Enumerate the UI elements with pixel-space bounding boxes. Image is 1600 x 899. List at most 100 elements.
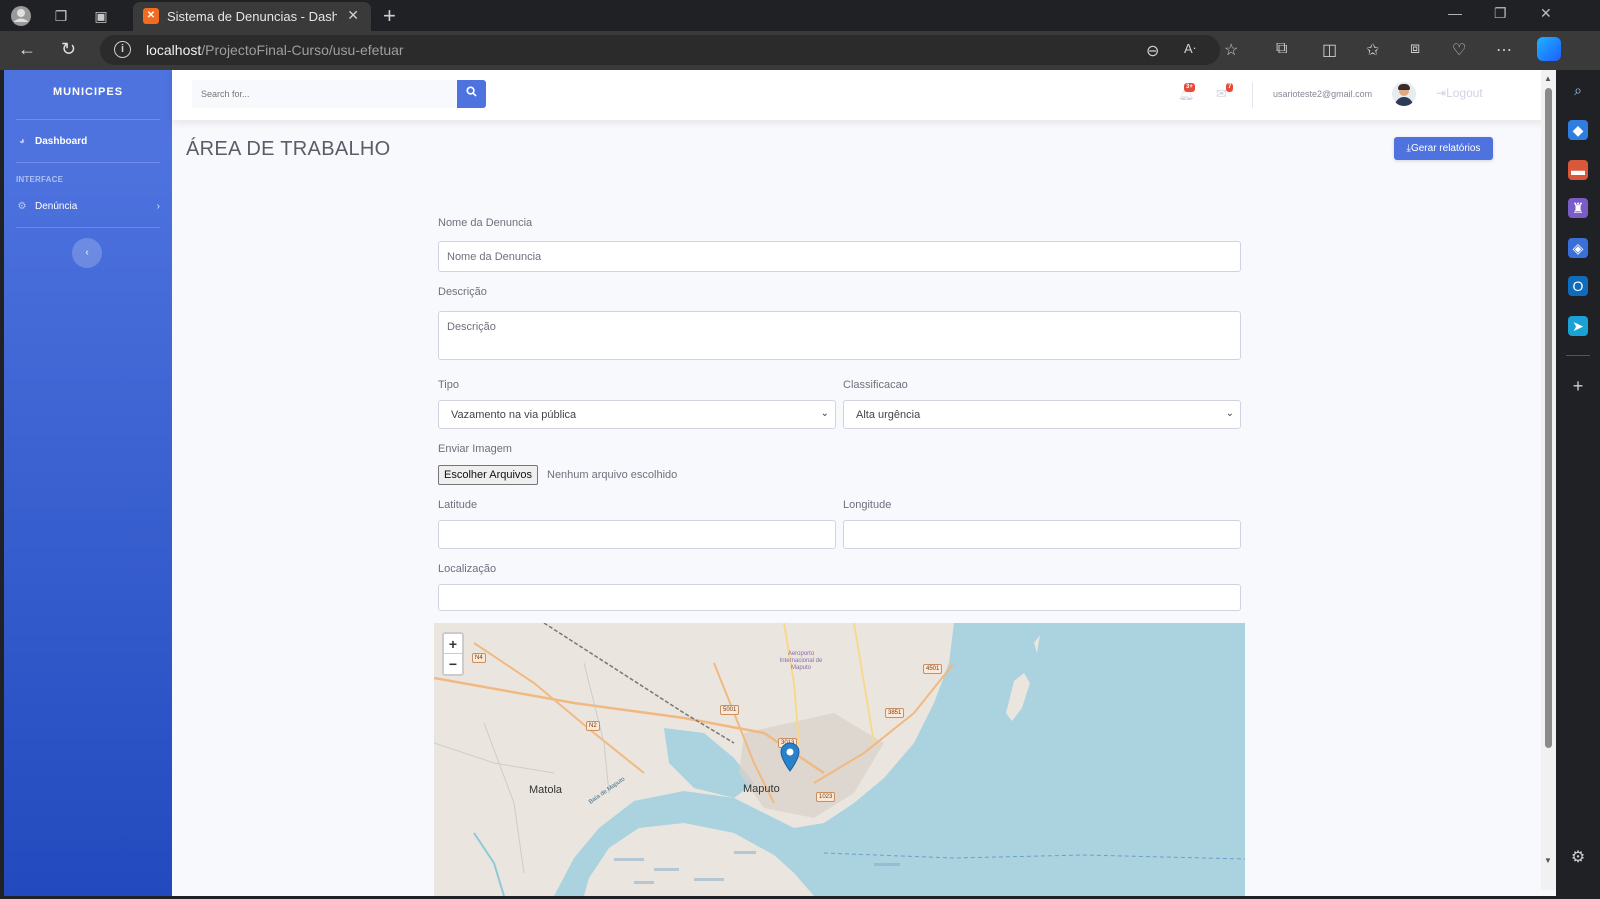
file-status: Nenhum arquivo escolhido bbox=[547, 469, 678, 481]
tab-title: Sistema de Denuncias - Dashboa bbox=[167, 9, 337, 24]
topbar: 🔔︎3+ ✉7 usarioteste2@gmail.com ⇥Logout bbox=[172, 70, 1545, 120]
map-water bbox=[554, 623, 1245, 896]
avatar-body bbox=[1395, 97, 1413, 106]
profile-icon[interactable] bbox=[10, 5, 32, 27]
chevron-down-icon: ⌄ bbox=[1225, 408, 1234, 419]
tachometer-icon: ◕ bbox=[18, 135, 26, 147]
restore-icon[interactable]: ❐ bbox=[1494, 5, 1507, 22]
chevron-right-icon: › bbox=[156, 200, 160, 212]
add-panel-icon[interactable]: + bbox=[1568, 376, 1588, 396]
collections-icon[interactable]: ⧈ bbox=[1410, 40, 1420, 58]
zoom-in-button[interactable]: + bbox=[444, 634, 462, 654]
map-road-shield: 4501 bbox=[923, 664, 943, 674]
descricao-textarea[interactable]: Descrição bbox=[438, 311, 1241, 360]
map-road-shield: 1023 bbox=[816, 792, 836, 802]
edge-side-panel: ⌕ ◆ ▬ ♜ ◈ O ➤ + ⚙ bbox=[1556, 70, 1600, 899]
map-tiles bbox=[434, 623, 1245, 896]
sidebar-item-denuncia[interactable]: ⚙ Denúncia › bbox=[16, 196, 160, 216]
telegram-icon[interactable]: ➤ bbox=[1568, 316, 1588, 336]
map-label-matola: Matola bbox=[529, 784, 563, 796]
map-label-maputo: Maputo bbox=[743, 783, 780, 795]
sidebar-item-dashboard[interactable]: ◕ Dashboard bbox=[16, 131, 160, 151]
messages-envelope-icon[interactable]: ✉ 7 bbox=[1216, 83, 1234, 102]
classificacao-select[interactable]: Alta urgência ⌄ bbox=[843, 400, 1241, 429]
address-bar: ← ↻ i localhost/ProjectoFinal-Curso/usu-… bbox=[0, 31, 1600, 70]
browser-tab-bar: ❐ ▣ ✕ Sistema de Denuncias - Dashboa ✕ +… bbox=[0, 0, 1600, 31]
descricao-label: Descrição bbox=[438, 286, 487, 298]
topbar-search bbox=[192, 80, 486, 108]
location-map[interactable]: + − N4 N2 5001 3013 3851 4501 1023 Matol… bbox=[434, 623, 1245, 896]
alerts-bell-icon[interactable]: 🔔︎ 3+ bbox=[1178, 83, 1195, 102]
more-menu-icon[interactable]: ⋯ bbox=[1496, 40, 1512, 60]
map-road-shield: N4 bbox=[472, 653, 486, 663]
topbar-divider bbox=[1252, 82, 1253, 108]
user-email[interactable]: usarioteste2@gmail.com bbox=[1273, 89, 1372, 99]
sidebar-brand[interactable]: MUNICIPES bbox=[4, 86, 172, 98]
sidebar-toggle-button[interactable]: ‹ bbox=[72, 238, 102, 268]
search-panel-icon[interactable]: ⌕ bbox=[1568, 80, 1588, 100]
read-aloud-icon[interactable]: Aᐧ bbox=[1184, 41, 1196, 57]
tab-actions-icon[interactable]: ▣ bbox=[90, 5, 112, 27]
classificacao-label: Classificacao bbox=[843, 379, 908, 391]
app-sidebar: MUNICIPES ◕ Dashboard INTERFACE ⚙ Denúnc… bbox=[4, 70, 172, 896]
search-input[interactable] bbox=[192, 80, 457, 108]
performance-icon[interactable]: ♡ bbox=[1452, 40, 1466, 60]
imagem-label: Enviar Imagem bbox=[438, 443, 512, 455]
map-road-shield: N2 bbox=[586, 721, 600, 731]
settings-gear-icon[interactable]: ⚙ bbox=[1568, 848, 1588, 868]
logout-link[interactable]: ⇥Logout bbox=[1436, 86, 1483, 100]
map-road bbox=[434, 742, 555, 774]
scroll-down-icon[interactable]: ▼ bbox=[1544, 856, 1552, 865]
sidebar-item-label: Dashboard bbox=[35, 135, 88, 147]
nome-input[interactable]: Nome da Denuncia bbox=[438, 241, 1241, 272]
site-info-icon[interactable]: i bbox=[114, 41, 131, 58]
close-window-icon[interactable]: ✕ bbox=[1540, 5, 1552, 22]
new-tab-icon[interactable]: + bbox=[383, 3, 396, 29]
m365-icon[interactable]: ◈ bbox=[1568, 238, 1588, 258]
extensions-icon[interactable]: ⧉ bbox=[1276, 40, 1287, 58]
longitude-label: Longitude bbox=[843, 499, 892, 511]
active-tab[interactable]: ✕ Sistema de Denuncias - Dashboa ✕ bbox=[133, 2, 371, 31]
tools-icon[interactable]: ▬ bbox=[1568, 160, 1588, 180]
map-road bbox=[483, 722, 525, 874]
longitude-input[interactable] bbox=[843, 520, 1241, 549]
tipo-select[interactable]: Vazamento na via pública ⌄ bbox=[438, 400, 836, 429]
latitude-input[interactable] bbox=[438, 520, 836, 549]
side-panel-divider bbox=[1566, 355, 1590, 356]
latitude-label: Latitude bbox=[438, 499, 478, 511]
url-field[interactable]: i localhost/ProjectoFinal-Curso/usu-efet… bbox=[100, 35, 1238, 65]
shopping-icon[interactable]: ◆ bbox=[1568, 120, 1588, 140]
map-road bbox=[853, 623, 875, 744]
localizacao-input[interactable] bbox=[438, 584, 1241, 611]
sidebar-heading: INTERFACE bbox=[16, 175, 64, 184]
copilot-icon[interactable] bbox=[1537, 37, 1561, 61]
avatar-hair bbox=[1398, 84, 1410, 90]
scroll-up-icon[interactable]: ▲ bbox=[1544, 74, 1552, 83]
search-button[interactable] bbox=[457, 80, 486, 108]
outlook-icon[interactable]: O bbox=[1568, 276, 1588, 296]
search-icon bbox=[466, 86, 477, 97]
zoom-icon[interactable]: ⊖ bbox=[1146, 41, 1159, 61]
scroll-thumb[interactable] bbox=[1545, 88, 1552, 748]
games-icon[interactable]: ♜ bbox=[1568, 198, 1588, 218]
refresh-icon[interactable]: ↻ bbox=[61, 39, 76, 60]
classificacao-selected-value: Alta urgência bbox=[856, 408, 921, 421]
tab-close-icon[interactable]: ✕ bbox=[347, 7, 359, 24]
generate-reports-button[interactable]: ⤓Gerar relatórios bbox=[1394, 137, 1493, 160]
sidebar-divider bbox=[16, 119, 160, 120]
choose-files-button[interactable]: Escolher Arquivos bbox=[438, 465, 539, 485]
favorite-star-icon[interactable]: ☆ bbox=[1224, 40, 1238, 60]
zoom-out-button[interactable]: − bbox=[444, 654, 462, 674]
page-scrollbar[interactable]: ▲ ▼ bbox=[1541, 70, 1556, 890]
avatar[interactable] bbox=[1392, 82, 1416, 106]
back-icon[interactable]: ← bbox=[18, 39, 36, 60]
split-screen-icon[interactable]: ◫ bbox=[1322, 40, 1337, 60]
page-title: ÁREA DE TRABALHO bbox=[186, 138, 391, 160]
favorites-icon[interactable]: ✩ bbox=[1366, 40, 1379, 60]
cog-icon: ⚙ bbox=[17, 200, 27, 212]
map-road-shield: 5001 bbox=[720, 705, 740, 715]
minimize-icon[interactable]: — bbox=[1448, 5, 1462, 21]
workspaces-icon[interactable]: ❐ bbox=[50, 5, 72, 27]
map-marker-icon[interactable] bbox=[780, 742, 800, 772]
chevron-down-icon: ⌄ bbox=[820, 408, 829, 419]
